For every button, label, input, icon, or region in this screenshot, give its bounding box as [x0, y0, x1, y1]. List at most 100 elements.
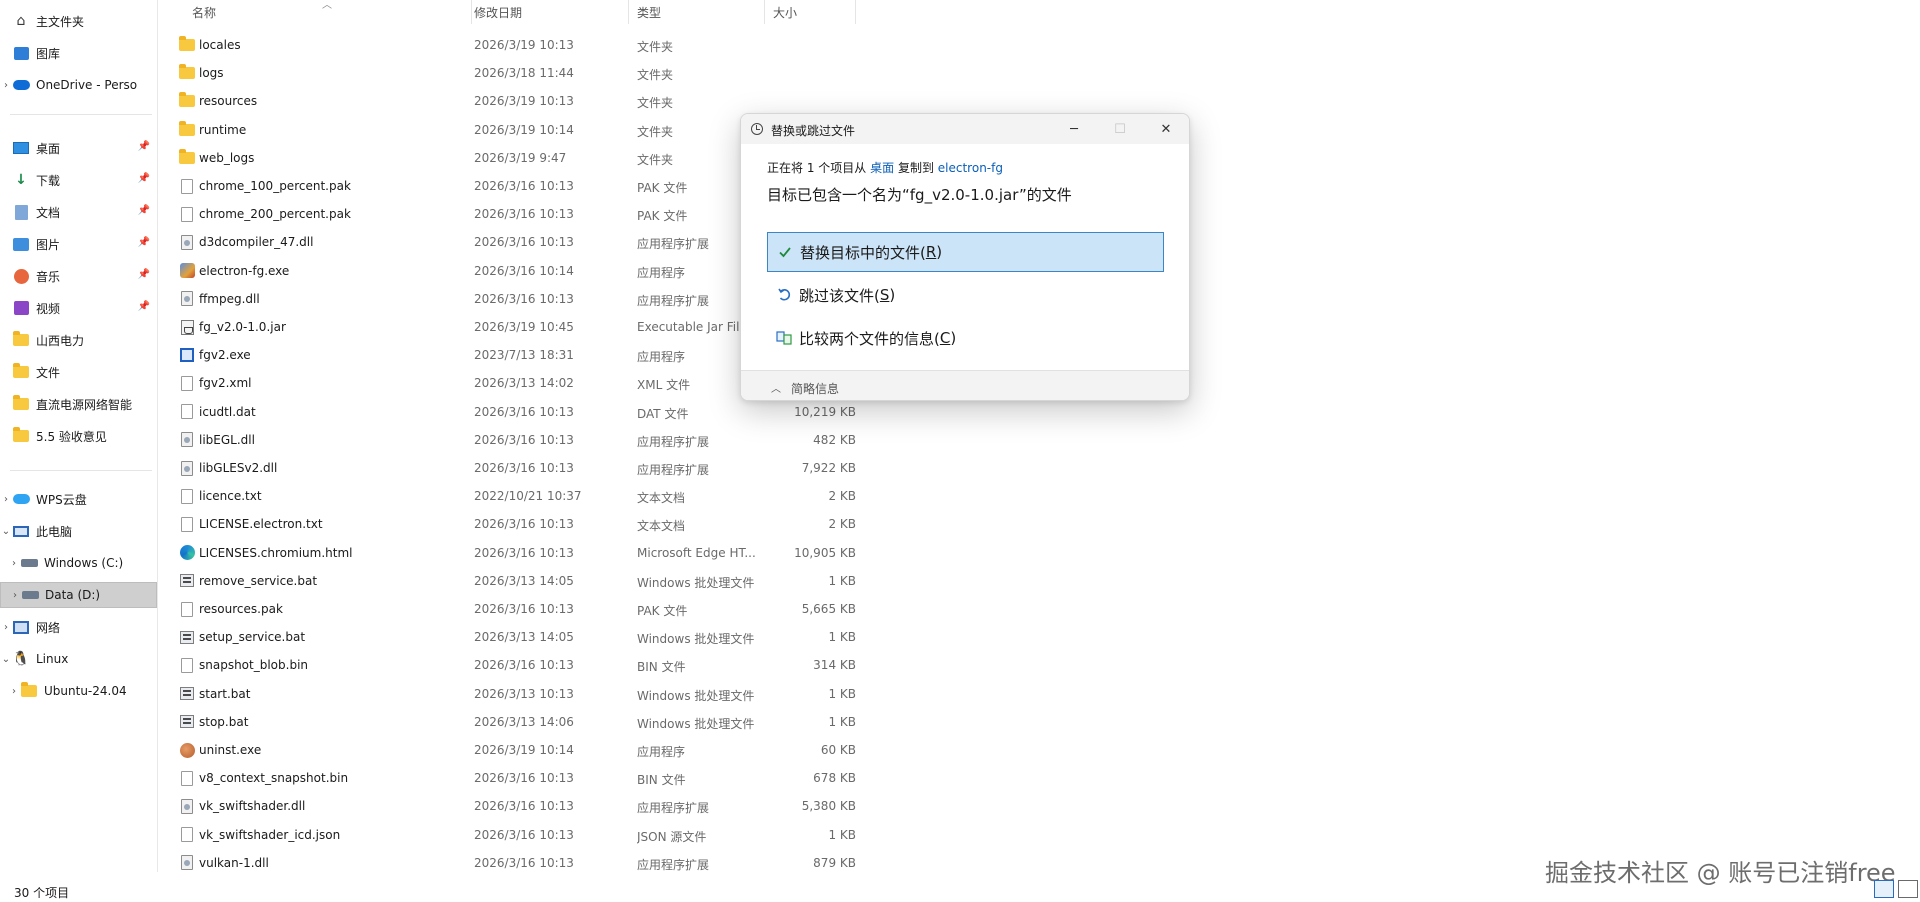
- file-icon: [178, 206, 196, 222]
- file-modified-date: 2026/3/16 10:14: [474, 263, 574, 278]
- compare-option-key: C: [939, 329, 951, 347]
- sidebar-item[interactable]: 图库: [0, 40, 156, 66]
- file-modified-date: 2026/3/16 10:13: [474, 771, 574, 786]
- sidebar-item[interactable]: 图片 📌: [0, 231, 156, 257]
- column-header-type[interactable]: 类型: [629, 0, 765, 24]
- sidebar-item[interactable]: ⌂ 主文件夹: [0, 8, 156, 34]
- sidebar-item-label: 主文件夹: [36, 14, 85, 29]
- folder-icon: [178, 64, 196, 81]
- file-row[interactable]: vk_swiftshader.dll 2026/3/16 10:13 应用程序扩展 5…: [176, 792, 856, 820]
- file-modified-date: 2026/3/16 10:13: [474, 179, 574, 193]
- chevron-down-icon[interactable]: ⌄: [0, 526, 12, 537]
- sidebar-item[interactable]: › Data (D:): [0, 582, 157, 608]
- sidebar-item[interactable]: 桌面 📌: [0, 135, 156, 161]
- maximize-button: ☐: [1114, 121, 1126, 137]
- sort-ascending-icon: ︿: [322, 0, 332, 11]
- file-row[interactable]: libEGL.dll 2026/3/16 10:13 应用程序扩展 482 KB: [176, 426, 856, 454]
- sidebar-item[interactable]: 视频 📌: [0, 295, 156, 321]
- sidebar-item[interactable]: › Windows (C:): [0, 550, 156, 576]
- chevron-right-icon[interactable]: ›: [8, 558, 20, 569]
- file-row[interactable]: logs 2026/3/18 11:44 文件夹: [176, 59, 856, 87]
- replace-or-skip-dialog: 替换或跳过文件 ─ ☐ ✕ 正在将 1 个项目从 桌面 复制到 electron…: [740, 113, 1190, 401]
- sidebar-item-label: WPS云盘: [36, 492, 87, 507]
- chevron-down-icon[interactable]: ⌄: [0, 654, 12, 665]
- file-row[interactable]: icudtl.dat 2026/3/16 10:13 DAT 文件 10,219 KB: [176, 398, 856, 426]
- dll-file-icon: [178, 291, 196, 307]
- file-row[interactable]: vulkan-1.dll 2026/3/16 10:13 应用程序扩展 879 KB: [176, 849, 856, 877]
- file-row[interactable]: locales 2026/3/19 10:13 文件夹: [176, 31, 856, 59]
- chevron-right-icon[interactable]: ›: [8, 686, 20, 697]
- sidebar-item[interactable]: ⌄ 🐧 Linux: [0, 646, 156, 672]
- file-explorer-window: 名称 ︿ 修改日期 类型 大小 ⌂ 主文件夹 图库 › OneDrive - Perso…: [0, 0, 1920, 902]
- file-type: PAK 文件: [637, 604, 688, 618]
- file-row[interactable]: setup_service.bat 2026/3/13 14:05 Windows …: [176, 623, 856, 651]
- file-row[interactable]: libGLESv2.dll 2026/3/16 10:13 应用程序扩展 7,922 …: [176, 454, 856, 482]
- file-type: Microsoft Edge HT...: [637, 545, 756, 560]
- file-modified-date: 2026/3/13 14:05: [474, 630, 574, 645]
- file-row[interactable]: resources.pak 2026/3/16 10:13 PAK 文件 5,665 …: [176, 595, 856, 623]
- file-icon: [178, 601, 196, 617]
- replace-option-button[interactable]: 替换目标中的文件(R): [767, 232, 1164, 272]
- sidebar-item[interactable]: 山西电力: [0, 327, 156, 353]
- sidebar-item[interactable]: 直流电源网络智能: [0, 391, 156, 417]
- chevron-up-icon[interactable]: ︿: [771, 380, 781, 395]
- file-size: 482 KB: [813, 432, 856, 447]
- sidebar-item-label: 网络: [36, 620, 61, 635]
- details-view-icon[interactable]: [1874, 880, 1894, 898]
- sidebar-item-label: 视频: [36, 301, 61, 316]
- sidebar-item[interactable]: › OneDrive - Perso: [0, 72, 156, 98]
- compare-option-text: 比较两个文件的信息(: [799, 329, 940, 348]
- close-button[interactable]: ✕: [1143, 114, 1189, 144]
- chevron-right-icon[interactable]: ›: [9, 590, 21, 601]
- file-row[interactable]: uninst.exe 2026/3/19 10:14 应用程序 60 KB: [176, 736, 856, 764]
- file-row[interactable]: vk_swiftshader_icd.json 2026/3/16 10:13 JS…: [176, 821, 856, 849]
- chevron-right-icon[interactable]: ›: [0, 622, 12, 633]
- sidebar-item[interactable]: › 网络: [0, 614, 156, 640]
- column-header-date[interactable]: 修改日期: [466, 0, 629, 24]
- file-row[interactable]: licence.txt 2022/10/21 10:37 文本文档 2 KB: [176, 482, 856, 510]
- file-name: snapshot_blob.bin: [199, 658, 309, 673]
- sidebar-item[interactable]: ⌄ 此电脑: [0, 518, 156, 544]
- column-header-size[interactable]: 大小: [765, 0, 856, 24]
- chevron-right-icon[interactable]: ›: [0, 80, 12, 91]
- videos-icon: [12, 300, 30, 316]
- dll-file-icon: [178, 855, 196, 871]
- file-row[interactable]: LICENSE.electron.txt 2026/3/16 10:13 文本文档 2…: [176, 510, 856, 538]
- skip-option-button[interactable]: 跳过该文件(S): [767, 275, 1164, 315]
- file-modified-date: 2026/3/13 14:02: [474, 376, 574, 391]
- sidebar-item-label: 文件: [36, 365, 61, 380]
- file-row[interactable]: LICENSES.chromium.html 2026/3/16 10:13 Mic…: [176, 539, 856, 567]
- file-name: fg_v2.0-1.0.jar: [199, 320, 286, 334]
- file-size: 5,665 KB: [801, 602, 856, 616]
- sidebar-item[interactable]: › Ubuntu-24.04: [0, 678, 156, 704]
- tiles-view-icon[interactable]: [1898, 880, 1918, 898]
- file-row[interactable]: snapshot_blob.bin 2026/3/16 10:13 BIN 文件 31…: [176, 651, 856, 679]
- file-name: chrome_100_percent.pak: [199, 179, 351, 193]
- file-row[interactable]: v8_context_snapshot.bin 2026/3/16 10:13 BI…: [176, 764, 856, 792]
- file-name: remove_service.bat: [199, 573, 318, 588]
- destination-link[interactable]: electron-fg: [938, 161, 1003, 175]
- sidebar-item[interactable]: › WPS云盘: [0, 486, 156, 512]
- file-row[interactable]: remove_service.bat 2026/3/13 14:05 Windows…: [176, 567, 856, 595]
- dialog-titlebar[interactable]: 替换或跳过文件 ─ ☐ ✕: [741, 114, 1189, 144]
- fewer-details-button[interactable]: 简略信息: [791, 380, 839, 397]
- source-link[interactable]: 桌面: [870, 161, 894, 175]
- sidebar-item[interactable]: 5.5 验收意见: [0, 423, 156, 449]
- file-row[interactable]: start.bat 2026/3/13 10:13 Windows 批处理文件 1 K…: [176, 680, 856, 708]
- file-name: electron-fg.exe: [199, 263, 290, 278]
- column-header-size-label: 大小: [773, 5, 798, 20]
- sidebar-item[interactable]: 音乐 📌: [0, 263, 156, 289]
- sidebar-item[interactable]: ↓ 下载 📌: [0, 167, 156, 193]
- file-modified-date: 2026/3/16 10:13: [474, 658, 574, 673]
- file-name: stop.bat: [199, 714, 249, 729]
- chevron-right-icon[interactable]: ›: [0, 494, 12, 505]
- file-size: 5,380 KB: [801, 799, 856, 814]
- file-modified-date: 2023/7/13 18:31: [474, 348, 574, 363]
- file-row[interactable]: stop.bat 2026/3/13 14:06 Windows 批处理文件 1 KB: [176, 708, 856, 736]
- minimize-button[interactable]: ─: [1051, 114, 1097, 144]
- pin-icon: 📌: [137, 141, 150, 152]
- sidebar-item[interactable]: 文件: [0, 359, 156, 385]
- compare-option-button[interactable]: 比较两个文件的信息(C): [767, 318, 1164, 358]
- sidebar-item[interactable]: 文档 📌: [0, 199, 156, 225]
- file-row[interactable]: resources 2026/3/19 10:13 文件夹: [176, 87, 856, 115]
